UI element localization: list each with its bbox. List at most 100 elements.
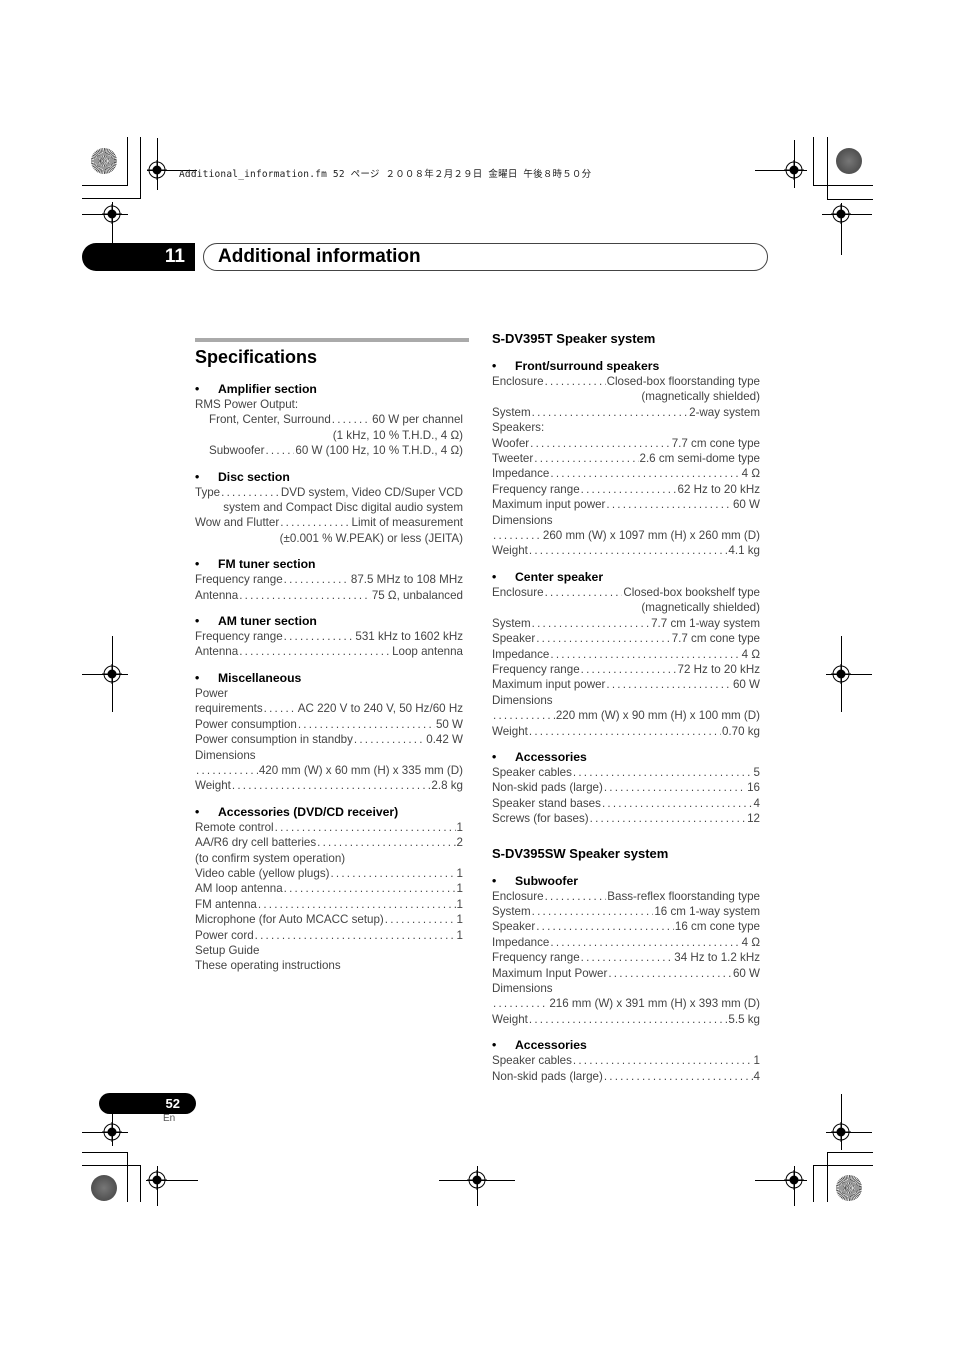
spec-label: Power cord — [195, 928, 254, 942]
spec-row: AA/R6 dry cell batteries 2 — [195, 835, 463, 850]
dot-leader — [317, 835, 455, 850]
bullet-icon: • — [195, 670, 200, 685]
spec-label: Woofer — [492, 436, 530, 450]
spec-value: 4 Ω — [741, 467, 760, 481]
page-number: 52 — [99, 1093, 196, 1114]
spec-row: System 2-way system — [492, 405, 760, 420]
spec-value: 220 mm (W) x 90 mm (H) x 100 mm (D) — [555, 709, 760, 723]
spec-value: 420 mm (W) x 60 mm (H) x 335 mm (D) — [258, 763, 463, 777]
spec-text: Dimensions — [195, 748, 256, 762]
spec-label: Speaker cables — [492, 1054, 572, 1068]
spec-value: 60 W — [732, 498, 760, 512]
spec-label: Frequency range — [492, 951, 580, 965]
spec-label: Impedance — [492, 935, 550, 949]
spec-row: 220 mm (W) x 90 mm (H) x 100 mm (D) — [492, 708, 760, 723]
section-heading-text: FM tuner section — [218, 557, 316, 572]
spec-value: 60 W — [732, 678, 760, 692]
spec-label: Frequency range — [492, 662, 580, 676]
spec-label: Antenna — [195, 588, 239, 602]
dot-leader — [529, 543, 728, 558]
dot-leader — [530, 436, 671, 451]
spec-label: System — [492, 616, 531, 630]
dot-leader — [493, 528, 542, 543]
spec-value: 60 W per channel — [372, 413, 463, 427]
spec-label: Frequency range — [195, 630, 283, 644]
spec-row: Impedance 4 Ω — [492, 647, 760, 662]
specifications-column-right: S-DV395T Speaker system • Front/surround s… — [492, 330, 760, 1084]
spec-value: AC 220 V to 240 V, 50 Hz/60 Hz — [297, 702, 463, 716]
dot-leader — [534, 451, 638, 466]
spec-text: RMS Power Output: — [195, 398, 299, 411]
spec-text: Setup Guide — [195, 943, 260, 957]
spec-value: 531 kHz to 1602 kHz — [355, 630, 463, 644]
section-heading: • Accessories — [492, 1037, 760, 1053]
spec-label: Speaker — [492, 920, 536, 934]
spec-text: Speakers: — [492, 421, 545, 435]
section-heading-text: Disc section — [218, 469, 290, 484]
spec-label: Remote control — [195, 820, 274, 834]
spec-value: 260 mm (W) x 1097 mm (H) x 260 mm (D) — [542, 529, 760, 543]
dot-leader — [545, 374, 606, 389]
spec-label: AM loop antenna — [195, 882, 283, 896]
spec-row: Weight 4.1 kg — [492, 543, 760, 558]
dot-leader — [298, 717, 435, 732]
spec-value: 1 — [456, 866, 463, 880]
spec-label: Screws (for bases) — [492, 812, 589, 826]
section-heading: • FM tuner section — [195, 556, 463, 572]
spec-label: Wow and Flutter — [195, 516, 280, 530]
file-header: Additional_information.fm 52 ページ ２００８年２月… — [179, 169, 592, 180]
section-heading-text: AM tuner section — [218, 614, 317, 629]
spec-row: Wow and Flutter Limit of measurement — [195, 515, 463, 530]
spec-continuation: (magnetically shielded) — [641, 390, 760, 404]
dot-leader — [330, 866, 455, 881]
spec-value: 4 — [753, 1069, 760, 1083]
section-heading: • Amplifier section — [195, 381, 463, 397]
spec-row: Maximum Input Power 60 W — [492, 966, 760, 981]
dot-leader — [604, 1069, 753, 1084]
spec-row: Weight 5.5 kg — [492, 1012, 760, 1027]
spec-value: 72 Hz to 20 kHz — [677, 662, 760, 676]
section-heading: • Accessories — [492, 749, 760, 765]
spec-value: 60 W (100 Hz, 10 % T.H.D., 4 Ω) — [295, 444, 463, 458]
spec-value: 50 W — [435, 717, 463, 731]
dot-leader — [581, 482, 677, 497]
spec-row: Speaker cables 1 — [492, 1053, 760, 1068]
spec-label: Weight — [492, 724, 528, 738]
spec-label: Antenna — [195, 645, 239, 659]
color-target-icon — [836, 1175, 862, 1201]
bullet-icon: • — [492, 749, 497, 764]
spec-row: Enclosure Closed-box floorstanding type — [492, 374, 760, 389]
bullet-icon: • — [195, 557, 200, 572]
section-heading-text: Front/surround speakers — [515, 359, 660, 373]
chapter-number: 11 — [82, 243, 195, 271]
spec-text: These operating instructions — [195, 959, 341, 973]
bullet-icon: • — [492, 873, 497, 888]
spec-text: (to confirm system operation) — [195, 851, 346, 865]
dot-leader — [581, 662, 677, 677]
section-heading: • Accessories (DVD/CD receiver) — [195, 804, 463, 820]
spec-row: Power consumption 50 W — [195, 717, 463, 732]
spec-value: 62 Hz to 20 kHz — [677, 482, 760, 496]
spec-continuation: (±0.001 % W.PEAK) or less (JEITA) — [279, 531, 463, 545]
spec-value: Closed-box bookshelf type — [623, 585, 760, 599]
spec-label: Frequency range — [195, 573, 283, 587]
spec-value: 7.7 cm cone type — [671, 632, 760, 646]
spec-row: Antenna Loop antenna — [195, 644, 463, 659]
spec-label: Impedance — [492, 467, 550, 481]
spec-value: 1 — [456, 913, 463, 927]
dot-leader — [545, 889, 607, 904]
spec-label: AA/R6 dry cell batteries — [195, 836, 317, 850]
section-heading: • Miscellaneous — [195, 670, 463, 686]
spec-value: 0.42 W — [426, 733, 463, 747]
spec-row: Speaker stand bases 4 — [492, 796, 760, 811]
bullet-icon: • — [492, 569, 497, 584]
spec-value: 4 Ω — [741, 935, 760, 949]
dot-leader — [232, 778, 431, 793]
spec-row: Impedance 4 Ω — [492, 466, 760, 481]
dot-leader — [532, 616, 650, 631]
spec-row: Power consumption in standby 0.42 W — [195, 732, 463, 747]
spec-row: Non-skid pads (large) 16 — [492, 780, 760, 795]
dot-leader — [545, 585, 623, 600]
dot-leader — [255, 928, 456, 943]
spec-row: Screws (for bases) 12 — [492, 811, 760, 826]
